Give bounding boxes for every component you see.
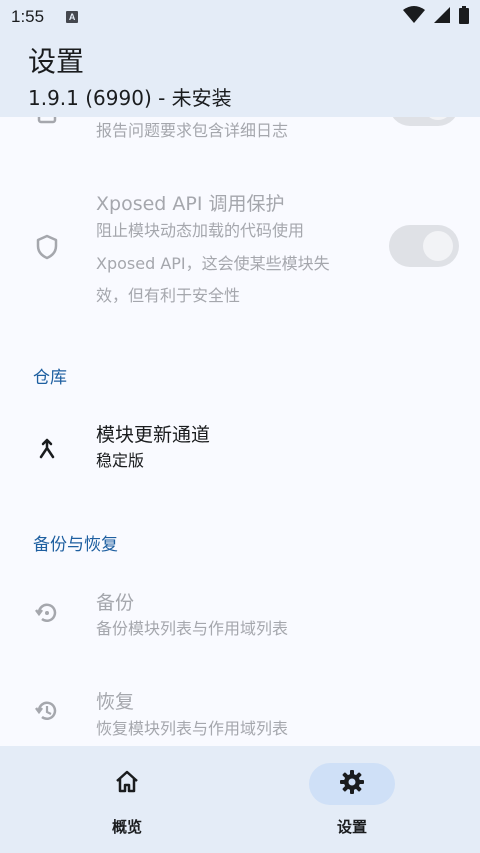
update-channel-value: 稳定版: [96, 451, 145, 470]
nav-overview-label: 概览: [111, 818, 142, 836]
status-bar: 1:55 A: [0, 0, 480, 34]
detailed-log-subtitle: 报告问题要求包含详细日志: [96, 121, 289, 140]
backup-setting[interactable]: 备份 备份模块列表与作用域列表: [0, 585, 480, 651]
xposed-api-protection-line-3: 效，但有利于安全性: [96, 286, 241, 305]
repository-section-header: 仓库: [33, 368, 67, 388]
xposed-api-protection-setting[interactable]: Xposed API 调用保护 阻止模块动态加载的代码使用 Xposed API…: [0, 185, 480, 315]
status-icons: [403, 5, 469, 29]
settings-gear-icon: [338, 768, 366, 800]
backup-subtitle: 备份模块列表与作用域列表: [96, 619, 289, 638]
shield-icon: [33, 233, 61, 261]
restore-title: 恢复: [96, 691, 135, 713]
top-app-bar: 1:55 A 设置 1.9.1 (6990) - 未安装: [0, 0, 480, 117]
xposed-api-protection-toggle[interactable]: [389, 225, 459, 267]
history-icon: [33, 697, 61, 725]
settings-list[interactable]: 报告问题要求包含详细日志 Xposed API 调用保护 阻止模块动态加载的代码…: [0, 117, 480, 746]
detailed-log-setting[interactable]: 报告问题要求包含详细日志: [0, 117, 480, 167]
backup-title: 备份: [96, 592, 135, 614]
notification-a-icon: A: [66, 11, 79, 23]
nav-settings-pill[interactable]: [309, 763, 395, 805]
document-icon: [33, 117, 61, 125]
battery-icon: [459, 5, 469, 29]
update-channel-title: 模块更新通道: [96, 424, 211, 446]
nav-settings-label: 设置: [336, 818, 367, 836]
bottom-navigation: 概览 设置: [0, 746, 480, 853]
backup-restore-section-header: 备份与恢复: [33, 535, 118, 555]
signal-icon: [433, 6, 451, 29]
version-status: 1.9.1 (6990) - 未安装: [28, 86, 232, 110]
restore-setting[interactable]: 恢复 恢复模块列表与作用域列表: [0, 685, 480, 746]
page-title: 设置: [28, 45, 85, 78]
wifi-icon: [403, 5, 425, 29]
detailed-log-toggle[interactable]: [389, 117, 459, 126]
nav-overview[interactable]: 概览: [7, 746, 247, 853]
merge-icon: [33, 435, 61, 463]
status-time: 1:55: [11, 7, 45, 26]
update-channel-setting[interactable]: 模块更新通道 稳定版: [0, 415, 480, 485]
restore-subtitle: 恢复模块列表与作用域列表: [96, 719, 289, 738]
backup-icon: [33, 599, 61, 627]
xposed-api-protection-title: Xposed API 调用保护: [96, 193, 285, 215]
xposed-api-protection-line-1: 阻止模块动态加载的代码使用: [96, 221, 305, 240]
nav-settings[interactable]: 设置: [232, 746, 472, 853]
nav-overview-pill[interactable]: [84, 763, 170, 805]
home-icon: [113, 768, 141, 800]
xposed-api-protection-line-2: Xposed API，这会使某些模块失: [96, 254, 330, 273]
